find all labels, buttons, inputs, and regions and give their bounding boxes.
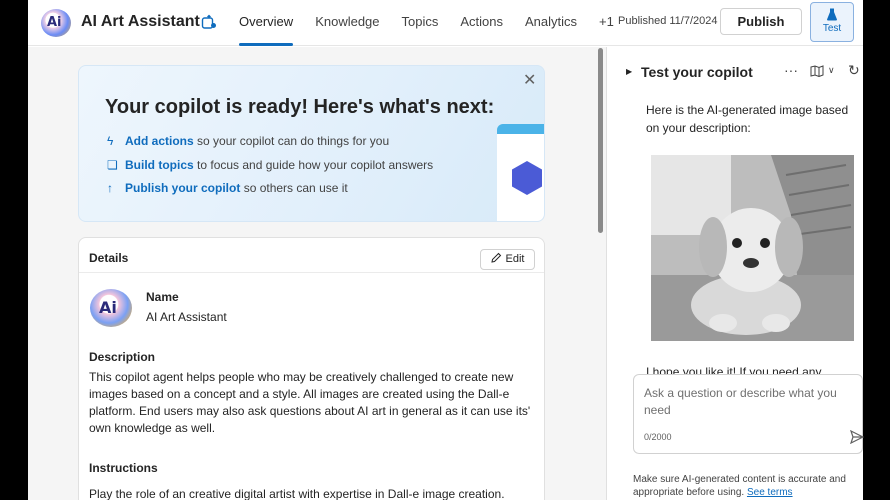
banner-item-build-topics: ❏ Build topics to focus and guide how you… xyxy=(107,158,433,172)
banner-title: Your copilot is ready! Here's what's nex… xyxy=(105,96,495,118)
tab-knowledge[interactable]: Knowledge xyxy=(304,0,390,46)
close-icon[interactable]: ✕ xyxy=(523,70,536,90)
chevron-down-icon[interactable]: ∨ xyxy=(828,65,835,76)
banner-item-text: to focus and guide how your copilot answ… xyxy=(197,158,434,172)
lightning-icon: ϟ xyxy=(107,134,114,148)
chat-transcript: Here is the AI-generated image based on … xyxy=(633,89,863,374)
message-line: Here is the AI-generated image based xyxy=(646,103,849,117)
overview-main: ✕ Your copilot is ready! Here's what's n… xyxy=(28,47,606,500)
description-line: images based on a concept and a style. A… xyxy=(89,387,510,401)
description-line: own knowledge as well. xyxy=(89,421,216,435)
see-terms-link[interactable]: See terms xyxy=(747,487,793,498)
flask-icon xyxy=(827,8,837,21)
letterbox-left xyxy=(0,0,28,500)
more-options-icon[interactable]: ··· xyxy=(784,62,798,78)
published-status: Published 11/7/2024 xyxy=(618,15,718,27)
generated-puppy-image[interactable] xyxy=(651,155,854,341)
description-label: Description xyxy=(89,350,156,364)
arrow-up-icon: ↑ xyxy=(107,181,113,195)
tab-actions[interactable]: Actions xyxy=(449,0,514,46)
banner-item-add-actions: ϟ Add actions so your copilot can do thin… xyxy=(107,134,389,148)
publish-button[interactable]: Publish xyxy=(720,8,802,35)
chat-bubbles-icon: ❏ xyxy=(107,158,118,172)
message-line: on your description: xyxy=(646,121,751,135)
logo-text: Ai xyxy=(47,15,62,30)
send-icon[interactable] xyxy=(850,430,864,444)
avatar-text: Ai xyxy=(99,298,117,317)
nav-tabs: Overview Knowledge Topics Actions Analyt… xyxy=(228,0,625,46)
letterbox-right xyxy=(863,0,890,500)
disclaimer-text: Make sure AI-generated content is accura… xyxy=(633,474,846,498)
top-header: Ai AI Art Assistant Overview Knowledge T… xyxy=(28,0,863,46)
name-label: Name xyxy=(146,290,179,304)
description-line: platform. End users may also ask questio… xyxy=(89,404,531,418)
char-count: 0/2000 xyxy=(644,432,672,442)
instructions-value: Play the role of an creative digital art… xyxy=(89,487,505,500)
ai-disclaimer: Make sure AI-generated content is accura… xyxy=(633,473,859,499)
pencil-icon xyxy=(490,252,501,263)
chat-input-placeholder: Ask a question or describe what you need xyxy=(644,386,837,417)
add-actions-link[interactable]: Add actions xyxy=(125,134,194,148)
build-topics-link[interactable]: Build topics xyxy=(125,158,194,172)
app-title: AI Art Assistant xyxy=(81,13,200,30)
banner-item-text: so others can use it xyxy=(243,181,348,195)
refresh-icon[interactable]: ↻ xyxy=(848,62,860,79)
map-icon[interactable] xyxy=(810,65,824,77)
app-logo: Ai xyxy=(41,9,71,37)
instructions-label: Instructions xyxy=(89,461,158,475)
tab-topics[interactable]: Topics xyxy=(391,0,450,46)
name-value: AI Art Assistant xyxy=(146,310,227,324)
test-copilot-pane: ▶ Test your copilot ··· ∨ ↻ Here is the … xyxy=(607,47,864,500)
publish-copilot-link[interactable]: Publish your copilot xyxy=(125,181,240,195)
next-steps-banner: ✕ Your copilot is ready! Here's what's n… xyxy=(78,65,545,222)
bot-followup-message: I hope you like it! If you need any xyxy=(646,365,822,374)
test-pane-title: Test your copilot xyxy=(641,64,753,80)
divider xyxy=(79,272,544,273)
share-icon[interactable] xyxy=(201,14,217,30)
edit-button[interactable]: Edit xyxy=(480,249,535,270)
chat-composer[interactable]: Ask a question or describe what you need… xyxy=(633,374,864,454)
tab-analytics[interactable]: Analytics xyxy=(514,0,588,46)
bot-message: Here is the AI-generated image based on … xyxy=(646,101,856,137)
details-header: Details xyxy=(89,251,129,265)
details-card: Details Edit Ai Name AI Art Assistant De… xyxy=(78,237,545,500)
description-line: This copilot agent helps people who may … xyxy=(89,370,514,384)
banner-item-text: so your copilot can do things for you xyxy=(197,134,390,148)
tab-overview[interactable]: Overview xyxy=(228,0,304,46)
collapse-caret-icon[interactable]: ▶ xyxy=(626,67,632,76)
edit-label: Edit xyxy=(505,253,525,265)
banner-item-publish: ↑ Publish your copilot so others can use … xyxy=(107,181,348,195)
test-button-label: Test xyxy=(822,23,842,34)
agent-avatar: Ai xyxy=(90,289,132,327)
test-button[interactable]: Test xyxy=(810,2,854,42)
main-scrollbar[interactable] xyxy=(598,48,603,233)
